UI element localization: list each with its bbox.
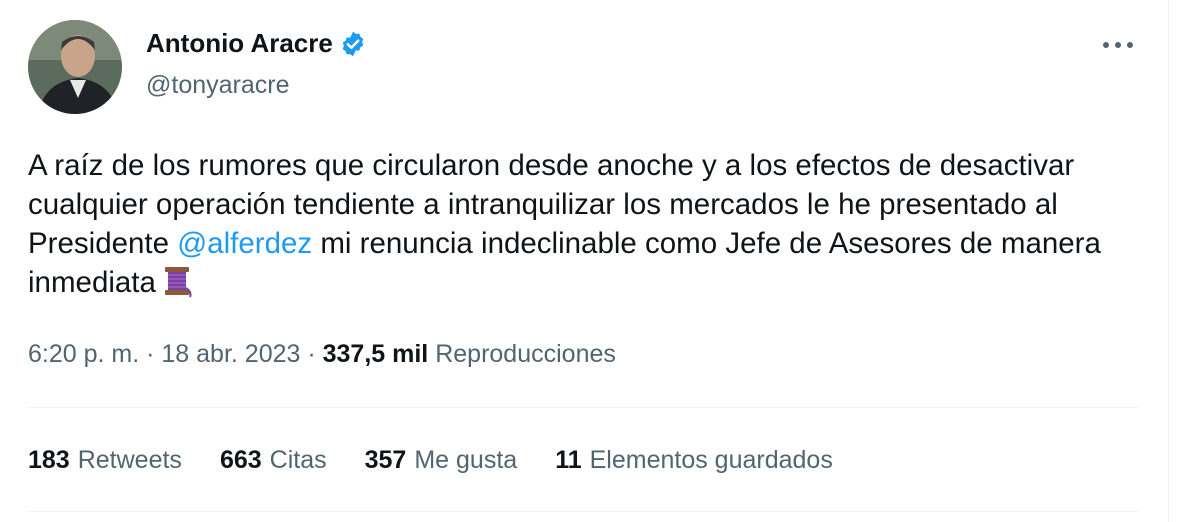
avatar-photo — [28, 20, 122, 114]
stat-count: 357 — [364, 446, 407, 474]
column-border — [1168, 0, 1169, 522]
retweets-stat[interactable]: 183 Retweets — [28, 446, 182, 475]
views-label: Reproducciones — [435, 340, 616, 368]
tweet-time[interactable]: 6:20 p. m. — [28, 340, 139, 368]
stat-count: 183 — [28, 446, 70, 474]
stat-label: Elementos guardados — [589, 446, 833, 474]
tweet-metadata: 6:20 p. m. · 18 abr. 2023 · 337,5 mil Re… — [28, 340, 616, 369]
engagement-stats: 183 Retweets 663 Citas 357 Me gusta 11 Eleme… — [28, 446, 871, 475]
more-options-button[interactable] — [1100, 30, 1136, 60]
bookmarks-stat[interactable]: 11 Elementos guardados — [555, 446, 833, 475]
tweet-detail: Antonio Aracre @tonyaracre A raíz de los… — [0, 0, 1168, 522]
meta-separator: · — [300, 340, 323, 368]
author-name-row[interactable]: Antonio Aracre — [146, 28, 367, 59]
mention-link[interactable]: @alferdez — [177, 227, 312, 260]
divider — [28, 407, 1138, 408]
stat-label: Me gusta — [414, 446, 518, 474]
tweet-text: A raíz de los rumores que circularon des… — [28, 146, 1138, 308]
meta-separator: · — [139, 340, 162, 368]
likes-stat[interactable]: 357 Me gusta — [365, 446, 518, 475]
divider — [28, 511, 1138, 512]
stat-label: Citas — [269, 446, 327, 474]
stat-label: Retweets — [77, 446, 182, 474]
avatar[interactable] — [28, 20, 122, 114]
more-horizontal-icon — [1103, 42, 1133, 48]
author-display-name[interactable]: Antonio Aracre — [146, 28, 333, 59]
views-count: 337,5 mil — [322, 340, 429, 368]
quotes-stat[interactable]: 663 Citas — [220, 446, 327, 475]
stat-count: 11 — [555, 446, 582, 474]
author-handle[interactable]: @tonyaracre — [146, 71, 290, 100]
tweet-date[interactable]: 18 abr. 2023 — [161, 340, 300, 368]
verified-badge-icon — [339, 30, 367, 58]
stat-count: 663 — [219, 446, 262, 474]
thread-spool-icon — [160, 264, 194, 308]
